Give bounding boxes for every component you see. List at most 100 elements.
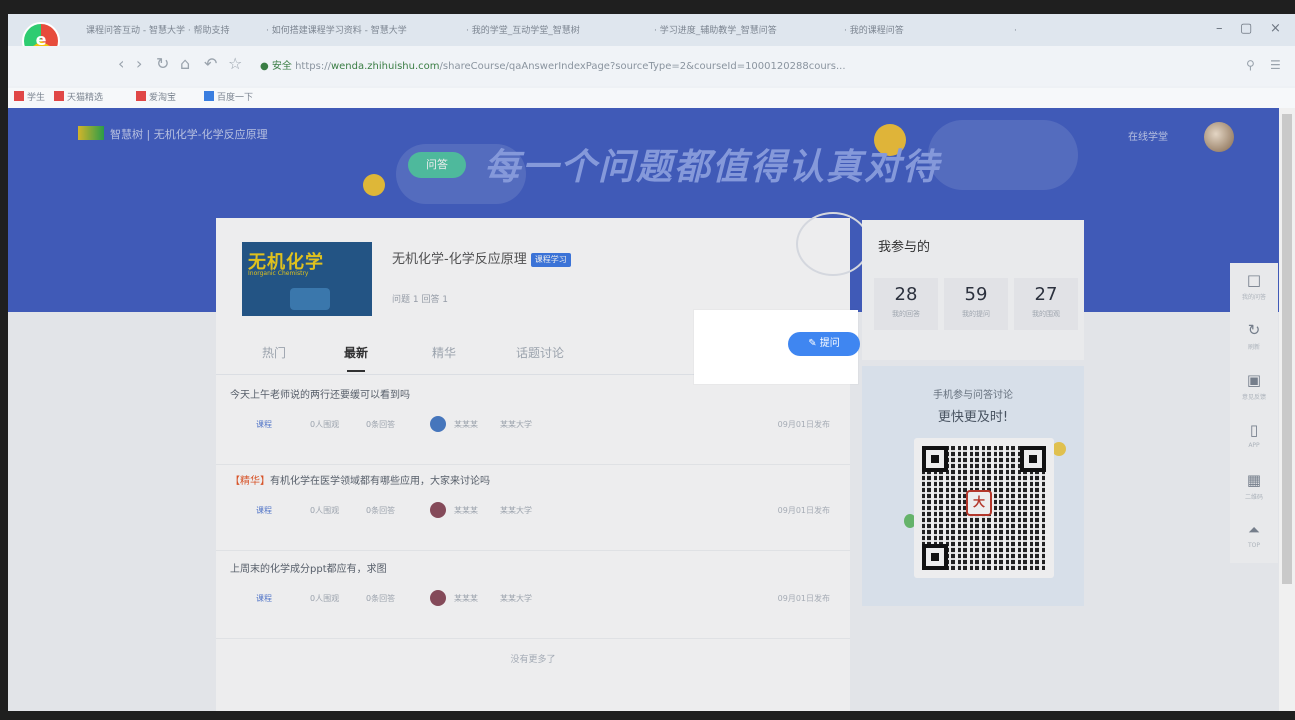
stat-label: 我的提问	[962, 310, 990, 318]
tab-latest[interactable]: 最新	[344, 344, 368, 372]
question-answers: 0条回答	[366, 506, 396, 515]
float-label: TOP	[1247, 542, 1260, 549]
float-app[interactable]: ▯ APP	[1230, 413, 1278, 463]
question-views: 0人围观	[310, 420, 340, 429]
browser-tab-4[interactable]: · 学习进度_辅助教学_智慧问答	[654, 20, 777, 42]
close-icon[interactable]: ×	[1270, 21, 1281, 36]
cover-subtitle: Inorganic Chemistry	[248, 270, 309, 277]
browser-window: e 课程问答互动 - 智慧大学 · 帮助支持 · 如何搭建课程学习资料 - 智慧…	[8, 14, 1295, 711]
qr-finder	[922, 544, 948, 570]
question-tag: 【精华】	[230, 476, 270, 487]
browser-tab-2[interactable]: · 如何搭建课程学习资料 - 智慧大学	[266, 20, 407, 42]
question-author[interactable]: 某某某	[454, 590, 478, 608]
list-item[interactable]: 上周末的化学成分ppt都应有，求图 课程 0人围观 0条回答 某某某 某某大学 …	[216, 552, 850, 639]
stat-label: 我的围观	[1032, 310, 1060, 318]
float-label: 我的问答	[1241, 294, 1266, 301]
menu-icon[interactable]: ☰	[1270, 58, 1281, 72]
page-content: 智慧树 | 无机化学-化学反应原理 问答 每一个问题都值得认真对待 在线学堂 无…	[8, 108, 1279, 711]
bookmark-3[interactable]: 爱淘宝	[136, 91, 176, 105]
avatar[interactable]	[1204, 122, 1234, 152]
bookmark-1[interactable]: 学生	[14, 91, 45, 105]
browser-tab-5[interactable]: · 我的课程问答	[844, 20, 904, 42]
browser-tab-3[interactable]: · 我的学堂_互动学堂_智慧树	[466, 20, 580, 42]
avatar[interactable]	[430, 416, 446, 432]
ask-question-button[interactable]: ✎ 提问	[788, 332, 860, 356]
question-category[interactable]: 课程	[256, 416, 272, 434]
question-views: 0人围观	[310, 594, 340, 603]
maximize-icon[interactable]: ▢	[1240, 21, 1252, 36]
screen-bezel: e 课程问答互动 - 智慧大学 · 帮助支持 · 如何搭建课程学习资料 - 智慧…	[0, 0, 1295, 720]
question-title-text: 有机化学在医学领域都有哪些应用，大家来讨论吗	[270, 476, 490, 487]
qr-caption: 手机参与问答讨论	[933, 390, 1013, 401]
back-icon[interactable]: ‹	[118, 54, 124, 73]
bookmark-4[interactable]: 百度一下	[204, 91, 253, 105]
float-label: 刷新	[1247, 344, 1260, 351]
question-title-text: 今天上午老师说的两行还要缓可以看到吗	[230, 390, 410, 401]
course-qa-card: 无机化学 Inorganic Chemistry 无机化学-化学反应原理 课程学习…	[216, 212, 870, 711]
stat-label: 我的回答	[892, 310, 920, 318]
user-link[interactable]: 在线学堂	[1128, 128, 1168, 143]
list-item[interactable]: 【精华】有机化学在医学领域都有哪些应用，大家来讨论吗 课程 0人围观 0条回答 …	[216, 464, 850, 551]
question-views: 0人围观	[310, 506, 340, 515]
bookmark-icon	[136, 91, 146, 101]
course-stats: 问题 1 回答 1	[392, 295, 449, 305]
question-author[interactable]: 某某某	[454, 502, 478, 520]
float-my-qa[interactable]: □ 我的问答	[1230, 263, 1278, 313]
search-icon[interactable]: ⚲	[1246, 58, 1255, 72]
deco-dot	[363, 174, 385, 196]
question-time: 09月01日发布	[777, 506, 830, 515]
question-category[interactable]: 课程	[256, 502, 272, 520]
question-school: 某某大学	[500, 420, 532, 429]
float-refresh[interactable]: ↻ 刷新	[1230, 313, 1278, 363]
stat-number: 27	[1034, 284, 1058, 305]
reload-icon[interactable]: ↻	[156, 54, 169, 73]
question-answers: 0条回答	[366, 420, 396, 429]
back-to-top-icon: ⏶	[1247, 521, 1260, 539]
float-feedback[interactable]: ▣ 意见反馈	[1230, 363, 1278, 413]
qr-center-logo: 大	[966, 490, 992, 516]
feedback-icon: ▣	[1246, 371, 1262, 389]
my-qa-icon: □	[1246, 271, 1262, 289]
url-scheme: https://	[295, 61, 331, 72]
minimize-icon[interactable]: –	[1216, 21, 1223, 36]
home-icon[interactable]: ⌂	[180, 54, 190, 73]
brand-logo	[78, 126, 104, 140]
question-title[interactable]: 上周末的化学成分ppt都应有，求图	[230, 560, 387, 575]
favorite-star-icon[interactable]: ☆	[228, 54, 242, 73]
question-author[interactable]: 某某某	[454, 416, 478, 434]
scrollbar-thumb[interactable]	[1282, 114, 1292, 584]
question-title[interactable]: 今天上午老师说的两行还要缓可以看到吗	[230, 386, 410, 401]
undo-icon[interactable]: ↶	[204, 54, 217, 73]
float-qr[interactable]: ▦ 二维码	[1230, 463, 1278, 513]
question-answers: 0条回答	[366, 594, 396, 603]
tab-featured[interactable]: 精华	[432, 344, 456, 361]
question-category[interactable]: 课程	[256, 590, 272, 608]
bookmark-2[interactable]: 天猫精选	[54, 91, 103, 105]
stat-my-answers[interactable]: 28 我的回答	[874, 278, 938, 330]
course-cover[interactable]: 无机化学 Inorganic Chemistry	[242, 242, 372, 316]
float-top[interactable]: ⏶ TOP	[1230, 513, 1278, 563]
site-brand[interactable]: 智慧树 | 无机化学-化学反应原理	[78, 126, 268, 142]
qr-finder	[1020, 446, 1046, 472]
avatar[interactable]	[430, 590, 446, 606]
question-title-text: 上周末的化学成分ppt都应有，求图	[230, 564, 387, 575]
float-label: 二维码	[1244, 494, 1263, 501]
mobile-qr-card: 手机参与问答讨论 更快更及时! 大	[862, 366, 1084, 606]
ask-button-label: 提问	[819, 338, 840, 349]
forward-icon[interactable]: ›	[136, 54, 142, 73]
float-label: 意见反馈	[1241, 394, 1266, 401]
browser-tab-1[interactable]: 课程问答互动 - 智慧大学 · 帮助支持	[86, 20, 230, 42]
tab-hot[interactable]: 热门	[262, 344, 286, 361]
question-time: 09月01日发布	[777, 420, 830, 429]
tab-topics[interactable]: 话题讨论	[516, 344, 564, 361]
list-item[interactable]: 今天上午老师说的两行还要缓可以看到吗 课程 0人围观 0条回答 某某某 某某大学…	[216, 378, 850, 465]
avatar[interactable]	[430, 502, 446, 518]
qr-icon: ▦	[1246, 471, 1262, 489]
scrollbar[interactable]	[1279, 108, 1295, 711]
address-bar[interactable]: ● 安全 https://wenda.zhihuishu.com/shareCo…	[260, 58, 1080, 76]
question-title[interactable]: 【精华】有机化学在医学领域都有哪些应用，大家来讨论吗	[230, 472, 490, 487]
browser-tab-6[interactable]: ·	[1014, 20, 1017, 42]
qr-code: 大	[914, 438, 1054, 578]
stat-my-watches[interactable]: 27 我的围观	[1014, 278, 1078, 330]
stat-my-questions[interactable]: 59 我的提问	[944, 278, 1008, 330]
